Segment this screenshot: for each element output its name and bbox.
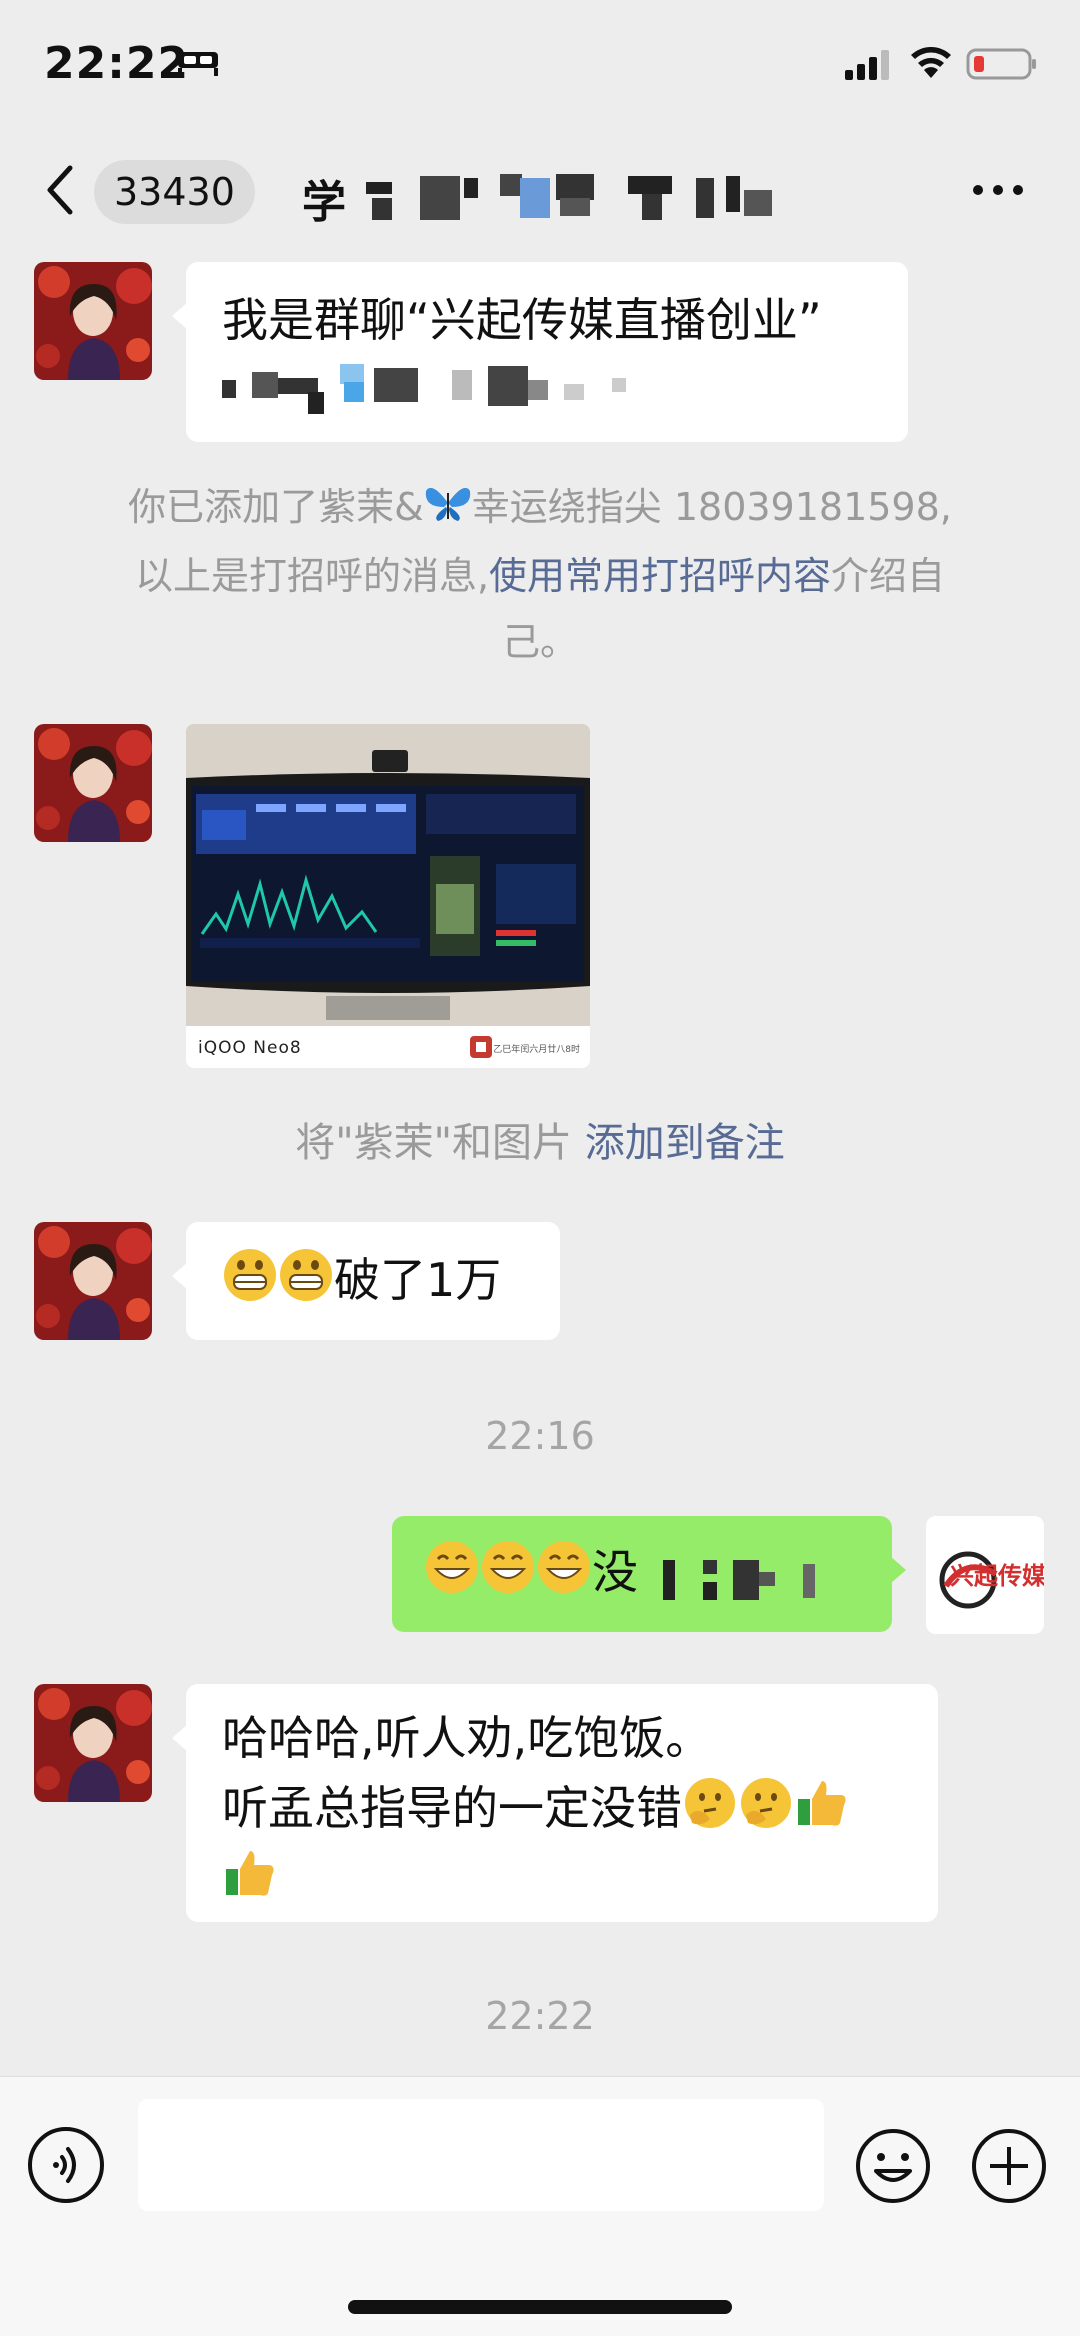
system-notice: 你已添加了紫茉& 幸运绕指尖 18039181598, 以上是打招呼的消息,使用常…: [80, 474, 1000, 675]
wifi-icon: [911, 47, 951, 78]
contact-avatar[interactable]: [34, 724, 152, 842]
message-input-bar: [0, 2076, 1080, 2336]
camera-brand-text: iQOO Neo8: [198, 1038, 302, 1058]
message-text: 听孟总指导的一定没错: [222, 1781, 682, 1835]
add-note-suggestion: 将"紫茉"和图片 添加到备注: [80, 1110, 1000, 1176]
grin-emoji-icon: [480, 1539, 536, 1613]
message-bubble[interactable]: 哈哈哈,听人劝,吃饱饭。 听孟总指导的一定没错: [172, 1684, 938, 1922]
grinning-emoji-icon: [278, 1247, 334, 1321]
system-notice-text: 幸运绕指尖 18039181598,: [471, 485, 952, 529]
status-bar: 22:22: [0, 0, 1080, 130]
message-text-input[interactable]: [138, 2099, 824, 2211]
contact-avatar[interactable]: [34, 262, 152, 380]
add-to-note-link[interactable]: 添加到备注: [585, 1120, 785, 1166]
grinning-emoji-icon: [222, 1247, 278, 1321]
pixelated-title-redaction: [366, 174, 772, 220]
home-indicator[interactable]: [348, 2300, 732, 2314]
unread-count-badge[interactable]: 33430: [94, 160, 255, 224]
my-message-bubble[interactable]: 没: [392, 1516, 906, 1632]
use-greeting-link[interactable]: 使用常用打招呼内容: [489, 554, 831, 598]
message-bubble[interactable]: 破了1万: [172, 1222, 560, 1340]
grin-emoji-icon: [536, 1539, 592, 1613]
thumbs-up-emoji-icon: [794, 1775, 850, 1849]
pixelated-text-redaction: [662, 1559, 815, 1600]
add-more-icon[interactable]: [970, 2127, 1048, 2205]
message-text: 我是群聊“兴起传媒直播创业”: [222, 293, 822, 347]
more-options-icon[interactable]: [968, 180, 1028, 200]
system-notice-text: 你已添加了紫茉&: [128, 485, 424, 529]
contact-avatar[interactable]: [34, 1684, 152, 1802]
message-bubble-intro[interactable]: 我是群聊“兴起传媒直播创业”: [172, 262, 908, 442]
my-avatar[interactable]: 兴起传媒: [926, 1516, 1044, 1634]
contact-avatar[interactable]: [34, 1222, 152, 1340]
sleep-mode-icon: [178, 52, 218, 76]
thinking-emoji-icon: [682, 1775, 738, 1849]
system-notice-text: 以上是打招呼的消息,: [134, 553, 490, 598]
thinking-emoji-icon: [738, 1775, 794, 1849]
pixelated-text-redaction: [222, 364, 626, 414]
system-notice-text: 介绍自: [831, 553, 946, 598]
logo-text: 兴起传媒: [950, 1562, 1044, 1590]
back-arrow-icon[interactable]: [40, 160, 80, 220]
cellular-signal-icon: [845, 50, 889, 80]
seal-icon: [470, 1036, 492, 1058]
photo-message[interactable]: iQOO Neo8 乙巳年闰六月廿八8时: [186, 724, 590, 1068]
thumbs-up-emoji-icon: [222, 1845, 278, 1919]
photo-date-caption: 乙巳年闰六月廿八8时: [493, 1045, 580, 1055]
photo-watermark-bar: iQOO Neo8 乙巳年闰六月廿八8时: [186, 1026, 590, 1068]
note-suggestion-text: 将"紫茉"和图片: [295, 1120, 573, 1166]
message-text: 没: [592, 1545, 638, 1599]
timestamp: 22:22: [485, 1994, 595, 2038]
voice-input-button[interactable]: [28, 2127, 104, 2203]
message-text: 哈哈哈,听人劝,吃饱饭。: [222, 1711, 712, 1765]
system-notice-text: 己。: [501, 619, 578, 664]
battery-low-icon: [966, 48, 1036, 80]
emoji-picker-icon[interactable]: [854, 2127, 932, 2205]
status-time: 22:22: [44, 38, 190, 89]
chat-header: 33430 学: [0, 130, 1080, 252]
message-text: 破了1万: [334, 1253, 502, 1307]
butterfly-emoji-icon: [424, 477, 472, 543]
voice-wave-icon: [53, 2147, 76, 2183]
chat-title: 学: [302, 177, 346, 228]
grin-emoji-icon: [424, 1539, 480, 1613]
monitor-dashboard-image: [186, 724, 590, 1026]
timestamp: 22:16: [485, 1414, 595, 1458]
